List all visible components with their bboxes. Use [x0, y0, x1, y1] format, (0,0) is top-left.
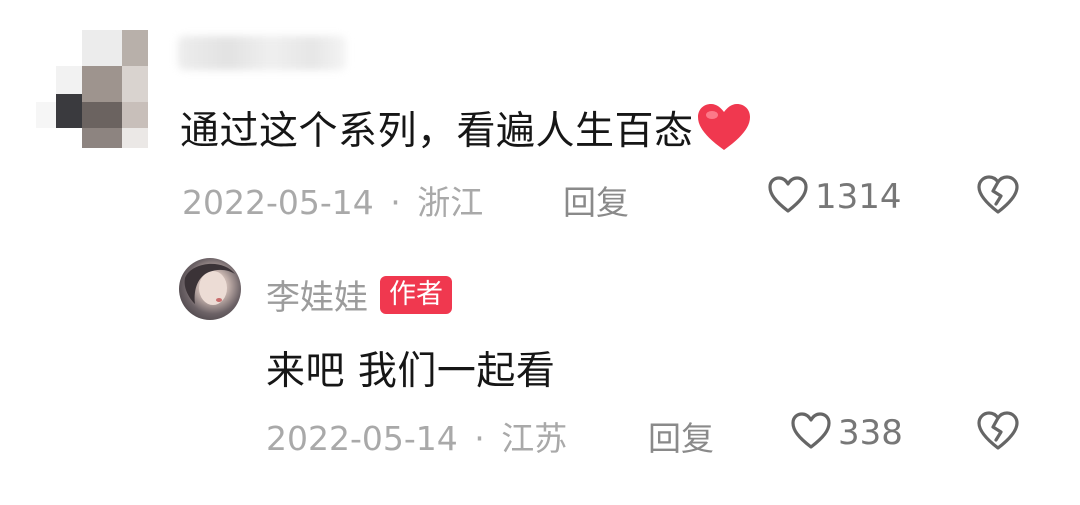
like-count: 1314 — [815, 177, 902, 217]
reply-date: 2022-05-14 — [266, 419, 458, 458]
comment-date: 2022-05-14 — [182, 183, 374, 222]
dislike-broken-heart-icon[interactable] — [976, 410, 1020, 456]
reply-button[interactable]: 回复 — [648, 412, 714, 460]
blurred-username[interactable] — [178, 36, 346, 70]
comment-text: 通过这个系列，看遍人生百态 — [180, 100, 752, 156]
author-badge: 作者 — [380, 275, 452, 314]
author-avatar[interactable] — [179, 258, 241, 320]
like-button[interactable]: 338 — [790, 411, 903, 455]
author-name[interactable]: 李娃娃 — [266, 270, 368, 319]
like-heart-icon — [767, 175, 809, 219]
comment-body: 通过这个系列，看遍人生百态 — [180, 109, 694, 154]
reply-meta: 2022-05-14 · 江苏 — [266, 412, 567, 460]
like-button[interactable]: 1314 — [767, 175, 902, 219]
reply-header: 李娃娃 作者 — [266, 270, 452, 319]
dislike-broken-heart-icon[interactable] — [976, 174, 1020, 220]
like-heart-icon — [790, 411, 832, 455]
meta-separator: · — [474, 419, 485, 458]
comment-location: 浙江 — [417, 183, 484, 222]
meta-separator: · — [390, 183, 401, 222]
like-count: 338 — [838, 413, 903, 453]
reply-button[interactable]: 回复 — [563, 176, 629, 224]
reply-text: 来吧 我们一起看 — [266, 349, 556, 394]
reply-location: 江苏 — [501, 419, 568, 458]
pixelated-avatar[interactable] — [36, 10, 166, 170]
heart-emoji-icon — [696, 103, 752, 153]
comment-meta: 2022-05-14 · 浙江 — [182, 176, 483, 224]
